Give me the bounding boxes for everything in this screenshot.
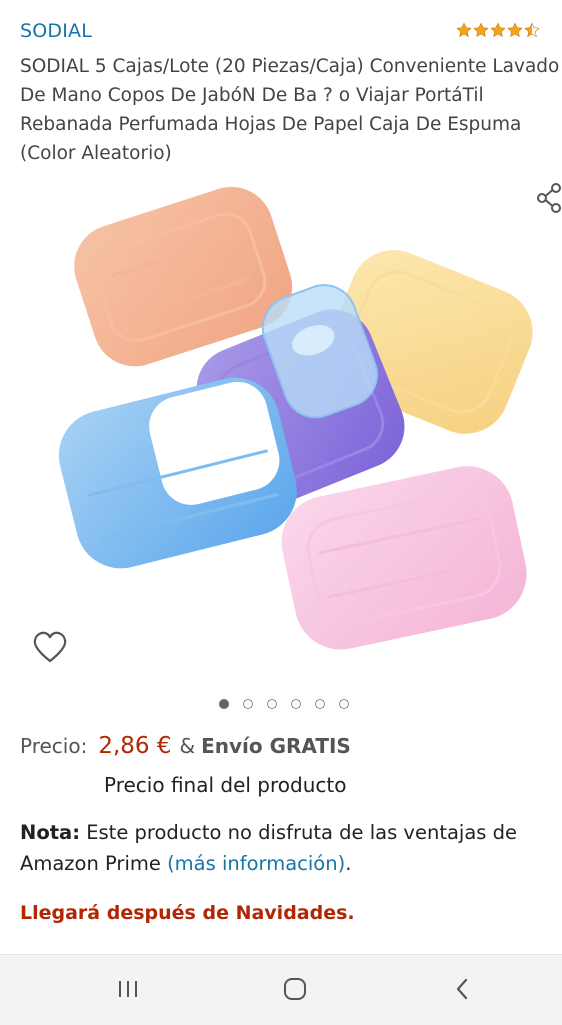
recent-apps-button[interactable] xyxy=(108,971,148,1007)
title-line: (Color Aleatorio) xyxy=(20,143,172,164)
page-dot[interactable] xyxy=(243,699,253,709)
home-icon xyxy=(284,978,306,1000)
note-text: Amazon Prime xyxy=(20,852,168,875)
title-line: SODIAL 5 Cajas/Lote (20 Piezas/Caja) Con… xyxy=(20,56,560,77)
price-amount: 2,86 € xyxy=(98,733,172,759)
more-info-link[interactable]: (más información) xyxy=(167,852,345,875)
star-icon xyxy=(456,22,472,38)
title-line: Rebanada Perfumada Hojas De Papel Caja D… xyxy=(20,114,522,135)
delivery-notice: Llegará después de Navidades. xyxy=(20,902,355,924)
page-dot[interactable] xyxy=(339,699,349,709)
brand-link[interactable]: SODIAL xyxy=(20,20,92,42)
page-dot[interactable] xyxy=(267,699,277,709)
final-price-note: Precio final del producto xyxy=(104,773,347,797)
price-amp: & xyxy=(179,734,196,758)
half-star-icon xyxy=(524,22,540,38)
image-pagination xyxy=(219,699,349,709)
star-icon xyxy=(490,22,506,38)
page-dot[interactable] xyxy=(291,699,301,709)
note-text: Este producto no disfruta de las ventaja… xyxy=(80,821,518,844)
rating-stars[interactable] xyxy=(456,22,540,38)
note-label: Nota: xyxy=(20,821,80,844)
product-title: SODIAL 5 Cajas/Lote (20 Piezas/Caja) Con… xyxy=(20,52,562,168)
back-icon xyxy=(456,978,468,1000)
note-end: . xyxy=(345,852,352,875)
star-icon xyxy=(507,22,523,38)
heart-icon[interactable] xyxy=(32,630,68,664)
free-shipping: Envío GRATIS xyxy=(201,734,351,758)
page-dot[interactable] xyxy=(219,699,229,709)
product-image[interactable] xyxy=(30,170,540,690)
title-line: De Mano Copos De JabóN De Ba ? o Viajar … xyxy=(20,85,484,106)
page-dot[interactable] xyxy=(315,699,325,709)
system-nav-bar xyxy=(0,954,562,1025)
back-button[interactable] xyxy=(442,971,482,1007)
price-row: Precio: 2,86 € & Envío GRATIS xyxy=(20,733,351,759)
recent-apps-icon xyxy=(119,981,137,997)
star-icon xyxy=(473,22,489,38)
price-label: Precio: xyxy=(20,734,88,758)
home-button[interactable] xyxy=(275,971,315,1007)
note-block: Nota: Este producto no disfruta de las v… xyxy=(20,817,560,879)
